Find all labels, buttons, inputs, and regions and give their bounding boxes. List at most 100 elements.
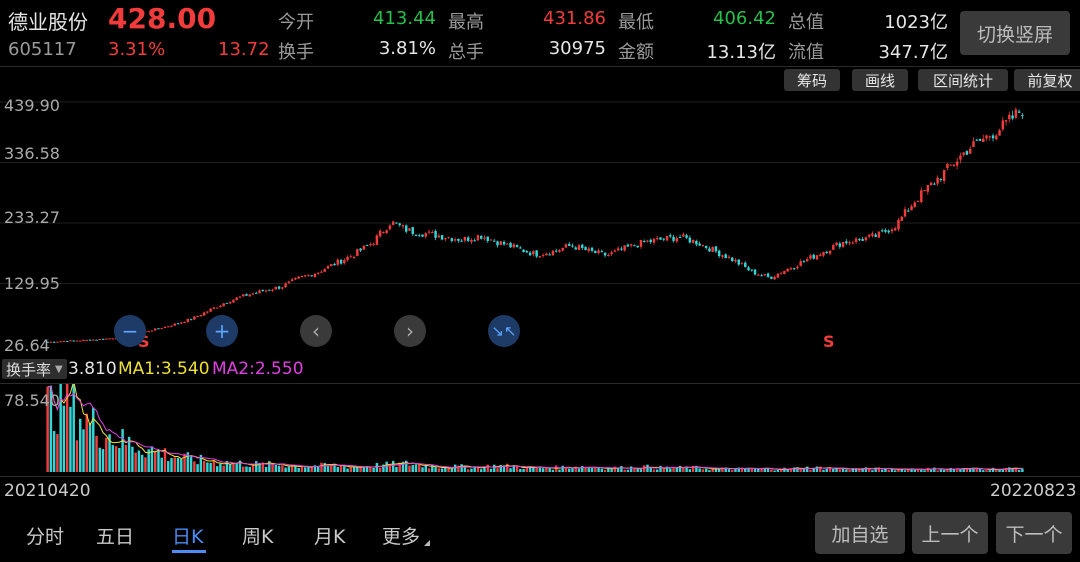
turnover-bar (636, 469, 639, 472)
candlestick-chart[interactable] (0, 94, 1080, 356)
candle-body (447, 237, 450, 239)
candle-body (926, 185, 930, 192)
candle-body (711, 246, 714, 252)
turnover-bar (189, 455, 193, 472)
candle-body (998, 130, 1001, 136)
tab-five-day[interactable]: 五日 (96, 522, 134, 549)
turnover-bar (118, 448, 121, 472)
previous-button[interactable]: 上一个 (912, 512, 988, 554)
candle-body (913, 202, 917, 207)
turnover-bar (297, 467, 300, 472)
turnover-bar (153, 450, 157, 472)
candle-body (248, 294, 251, 297)
tab-monthly-k[interactable]: 月K (314, 522, 345, 549)
turnover-bar (633, 468, 636, 472)
plus-icon[interactable]: + (206, 315, 238, 347)
turnover-bar (747, 468, 750, 472)
candle-body (691, 239, 695, 243)
candle-body (874, 234, 877, 237)
stock-code: 605117 (8, 39, 77, 60)
turnover-bar (300, 466, 304, 472)
candle-body (773, 276, 776, 280)
turnover-bar (79, 418, 82, 472)
turnover-bar (646, 464, 649, 472)
candle-body (620, 248, 623, 250)
turnover-chart[interactable] (0, 384, 1080, 476)
signal-marker: S (823, 332, 835, 351)
candle-body (535, 250, 538, 257)
candle-body (1008, 114, 1011, 120)
candle-body (946, 163, 949, 169)
turnover-bar (760, 468, 763, 472)
candle-body (903, 209, 907, 217)
turnover-bar (82, 429, 85, 472)
collapse-icon[interactable]: ↘↖ (488, 315, 520, 347)
candle-body (916, 200, 920, 202)
candle-body (502, 241, 506, 245)
candle-body (528, 252, 532, 256)
turnover-bar (56, 434, 59, 472)
candle-body (222, 303, 225, 307)
range-stats-button[interactable]: 区间统计 (918, 69, 1008, 91)
tab-more[interactable]: 更多 (382, 522, 420, 549)
tab-weekly-k[interactable]: 周K (242, 522, 273, 549)
candle-body (359, 248, 362, 251)
candle-body (672, 236, 675, 241)
candle-body (704, 245, 708, 248)
candle-body (587, 248, 591, 251)
turnover-bar (160, 457, 163, 472)
candle-body (189, 319, 193, 321)
candle-body (297, 276, 300, 279)
next-button[interactable]: 下一个 (996, 512, 1072, 554)
candle-body (300, 275, 304, 278)
add-watchlist-button[interactable]: 加自选 (815, 512, 905, 554)
turnover-bar (131, 446, 134, 472)
chips-button[interactable]: 筹码 (784, 69, 840, 91)
turnover-bar (92, 407, 95, 472)
candle-body (82, 339, 85, 341)
candle-body (907, 210, 910, 212)
candle-body (600, 251, 604, 253)
candle-body (564, 244, 568, 248)
turnover-bar (479, 469, 483, 472)
indicator-selector[interactable]: 换手率 ▼ (2, 359, 67, 379)
candle-body (450, 238, 454, 241)
turnover-bar (395, 467, 398, 472)
candle-body (867, 234, 871, 237)
turnover-bar (995, 470, 998, 472)
turnover-bar (871, 470, 874, 472)
candle-body (629, 244, 633, 246)
zoom-out-icon[interactable]: − (114, 315, 146, 347)
turnover-bar (251, 464, 255, 472)
chevron-right-icon[interactable]: › (394, 315, 426, 347)
turnover-bar (515, 466, 519, 472)
chevron-left-icon[interactable]: ‹ (300, 315, 332, 347)
turnover-bar (568, 468, 571, 472)
turnover-bar (880, 469, 884, 472)
candle-body (49, 341, 53, 343)
forward-adjust-button[interactable]: 前复权 (1014, 69, 1080, 91)
turnover-bar (838, 469, 842, 472)
high-label: 最高 (448, 12, 484, 33)
candle-body (796, 266, 799, 269)
turnover-bar (264, 466, 268, 472)
candle-body (476, 235, 480, 241)
turnover-bar (561, 465, 564, 472)
price-axis-label: 129.95 (4, 274, 60, 293)
turnover-value: 3.81% (378, 38, 436, 59)
turnover-bar (698, 468, 701, 472)
turnover-bar (470, 468, 473, 472)
tab-intraday[interactable]: 分时 (26, 522, 64, 549)
turnover-bar (69, 406, 72, 472)
ma1-label: MA1:3.540 (118, 359, 210, 379)
turnover-bar (639, 469, 643, 472)
tab-daily-k[interactable]: 日K (172, 522, 203, 549)
draw-line-button[interactable]: 画线 (852, 69, 908, 91)
switch-portrait-button[interactable]: 切换竖屏 (960, 11, 1070, 55)
candle-body (395, 222, 398, 224)
turnover-bar (193, 461, 196, 472)
candle-body (62, 340, 66, 342)
candle-body (232, 299, 235, 303)
candle-body (747, 267, 750, 271)
candle-body (56, 341, 59, 343)
